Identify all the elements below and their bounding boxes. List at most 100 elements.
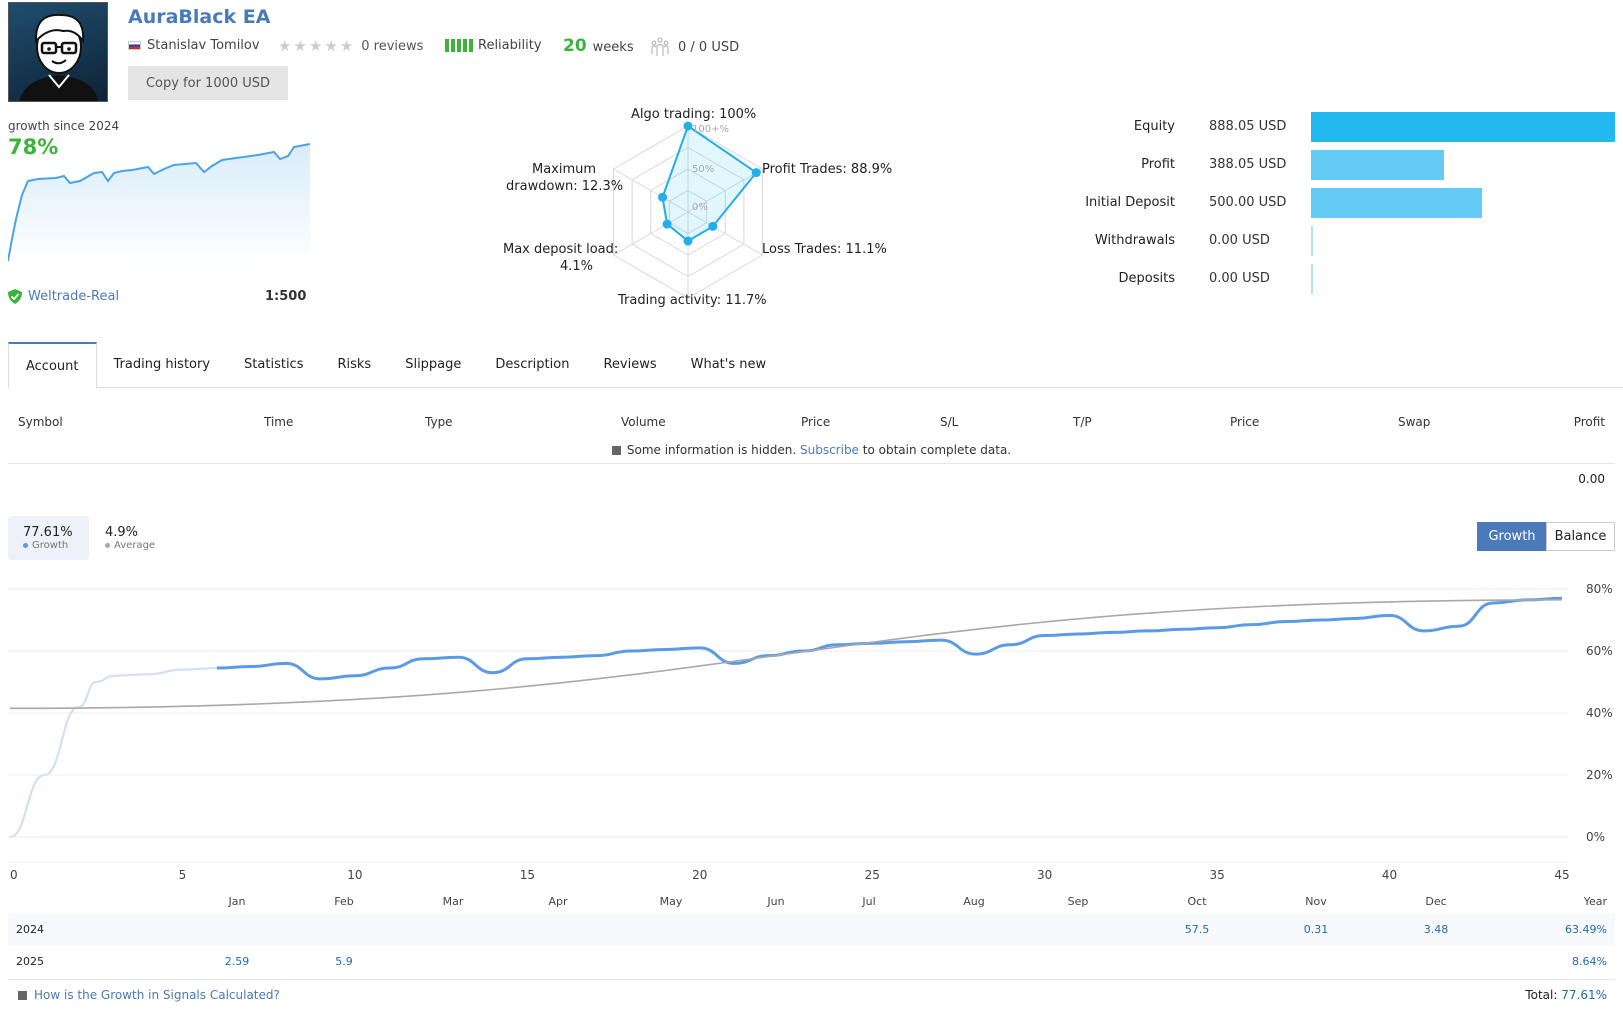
tab-description[interactable]: Description [478, 342, 586, 387]
month-value[interactable]: 5.9 [335, 955, 353, 968]
x-tick-label: 0 [10, 868, 18, 882]
month-value[interactable]: 57.5 [1185, 923, 1210, 936]
star-icon: ★ [278, 37, 292, 55]
balance-label: Withdrawals [1094, 233, 1175, 248]
average-stat[interactable]: 4.9% Average [96, 516, 186, 560]
balance-value: 500.00 USD [1209, 195, 1287, 210]
leverage: 1:500 [265, 289, 307, 304]
average-stat-value: 4.9% [105, 525, 139, 540]
column-header: Time [264, 415, 294, 429]
radar-scale-zero: 0% [692, 202, 708, 213]
growth-toggle-button[interactable]: Growth [1477, 522, 1547, 551]
column-header: Volume [621, 415, 666, 429]
author-name[interactable]: Stanislav Tomilov [147, 38, 260, 53]
mini-growth-chart[interactable] [8, 135, 310, 265]
column-header: Swap [1398, 415, 1431, 429]
radar-label-algo: Algo trading: 100% [631, 107, 757, 122]
subscribers: 0 / 0 USD [650, 37, 739, 57]
broker-name[interactable]: Weltrade-Real [28, 289, 119, 304]
star-icon: ★ [308, 37, 323, 55]
year-row: 2024 57.5 0.31 3.48 63.49% [8, 914, 1615, 946]
x-tick-label: 20 [692, 868, 708, 882]
balance-bar [1311, 188, 1483, 218]
month-header: Dec [1425, 895, 1447, 908]
x-tick-label: 5 [178, 868, 187, 882]
radar-label-loss: Loss Trades: 11.1% [762, 242, 887, 257]
reliability-bars-icon [445, 39, 473, 52]
balance-value: 0.00 USD [1209, 233, 1270, 248]
broker[interactable]: Weltrade-Real [8, 289, 119, 304]
radar-point-activity [683, 236, 693, 246]
balance-toggle-button[interactable]: Balance [1546, 522, 1615, 551]
verified-shield-icon [8, 289, 22, 304]
tab-slippage[interactable]: Slippage [388, 342, 478, 387]
month-header: Jul [862, 895, 876, 908]
tab-what-s-new[interactable]: What's new [674, 342, 784, 387]
month-value[interactable]: 3.48 [1424, 923, 1449, 936]
x-tick-label: 10 [347, 868, 363, 882]
year-total[interactable]: 8.64% [1572, 955, 1607, 968]
growth-stat-value: 77.61% [23, 525, 73, 540]
radar-label-drawdown: Maximum [532, 162, 597, 177]
balance-label: Equity [1133, 119, 1175, 134]
radar-chart: Algo trading: 100% Profit Trades: 88.9% … [490, 100, 910, 315]
radar-scale-top: 100+% [692, 124, 729, 135]
column-header: Symbol [18, 415, 63, 429]
month-header: May [659, 895, 683, 908]
radar-label-drawdown-value: drawdown: 12.3% [506, 179, 624, 194]
radar-point-profit [751, 168, 761, 178]
copy-button[interactable]: Copy for 1000 USD [128, 66, 288, 100]
tab-account[interactable]: Account [8, 342, 97, 389]
series-line-1 [216, 596, 1563, 681]
y-tick-label: 60% [1586, 644, 1613, 658]
year-label: 2024 [16, 923, 44, 936]
y-tick-label: 40% [1586, 706, 1613, 720]
author[interactable]: Stanislav Tomilov [128, 38, 260, 53]
radar-scale-mid: 50% [692, 164, 715, 175]
hidden-info-note: Some information is hidden. Subscribe to… [0, 443, 1623, 457]
signal-title[interactable]: AuraBlack EA [128, 6, 270, 28]
month-header: Aug [963, 895, 985, 908]
average-stat-label: Average [114, 540, 156, 551]
tab-risks[interactable]: Risks [320, 342, 388, 387]
y-tick-label: 80% [1586, 582, 1613, 596]
month-value[interactable]: 0.31 [1304, 923, 1329, 936]
balance-bar [1311, 264, 1313, 294]
balance-value: 888.05 USD [1209, 119, 1287, 134]
x-tick-label: 15 [519, 868, 535, 882]
month-header: Apr [548, 895, 568, 908]
month-value[interactable]: 2.59 [225, 955, 250, 968]
radar-label-load: Max deposit load: [503, 242, 619, 257]
growth-legend-dot-icon [23, 543, 28, 548]
russia-flag-icon [128, 41, 141, 50]
star-icon: ★ [339, 37, 354, 55]
rating[interactable]: ★ ★ ★ ★ ★ 0 reviews [278, 37, 423, 55]
reviews-count[interactable]: 0 reviews [361, 39, 423, 54]
total-value: 77.61% [1561, 988, 1607, 1002]
tab-bar: Account Trading history Statistics Risks Sli… [8, 342, 1623, 389]
radar-point-drawdown [658, 192, 668, 202]
info-icon [611, 446, 621, 455]
total-growth: Total: 77.61% [1525, 988, 1607, 1002]
avatar-illustration-icon [19, 13, 99, 101]
subscribers-value: 0 / 0 USD [678, 39, 740, 55]
year-total[interactable]: 63.49% [1565, 923, 1607, 936]
growth-chart[interactable]: 0% 20% 40% 60% 80% [0, 570, 1623, 870]
growth-help[interactable]: How is the Growth in Signals Calculated? [18, 988, 280, 1002]
author-avatar[interactable] [8, 2, 108, 102]
balance-bar [1311, 112, 1615, 142]
radar-label-activity: Trading activity: 11.7% [618, 293, 767, 308]
reliability-label: Reliability [478, 38, 542, 53]
growth-help-link[interactable]: How is the Growth in Signals Calculated? [34, 988, 280, 1002]
month-header: Mar [442, 895, 464, 908]
year-label: 2025 [16, 955, 44, 968]
tab-trading-history[interactable]: Trading history [97, 342, 228, 387]
divider [8, 463, 1615, 464]
growth-stat[interactable]: 77.61% Growth [8, 516, 89, 560]
tab-statistics[interactable]: Statistics [227, 342, 320, 387]
radar-point-load [662, 219, 672, 229]
balance-bar [1311, 150, 1444, 180]
subscribe-link[interactable]: Subscribe [800, 443, 859, 457]
reliability: Reliability [445, 38, 542, 53]
tab-reviews[interactable]: Reviews [586, 342, 673, 387]
